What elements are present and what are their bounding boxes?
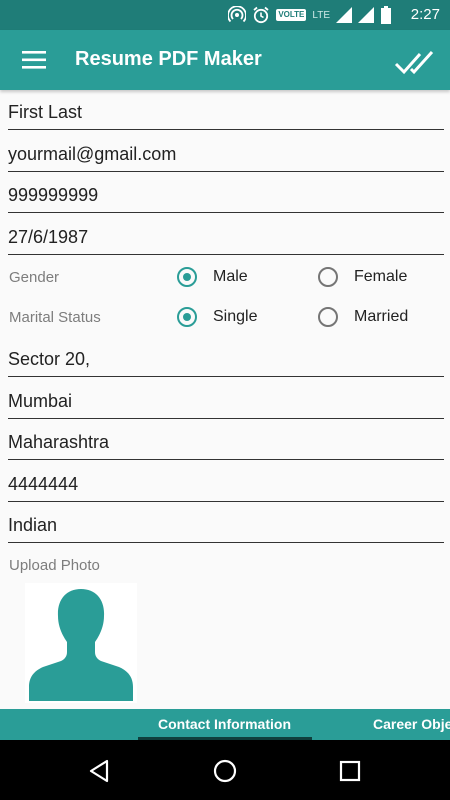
upload-photo-label: Upload Photo	[9, 557, 100, 574]
navigation-bar	[0, 740, 450, 800]
radio-label: Female	[354, 268, 408, 285]
app-bar: Resume PDF Maker	[0, 30, 450, 90]
hotspot-icon	[228, 6, 247, 23]
tab-contact-information[interactable]: Contact Information	[158, 716, 291, 732]
signal-icon	[358, 7, 374, 23]
marital-status-label: Marital Status	[9, 309, 101, 326]
radio-unchecked-icon	[318, 307, 338, 327]
gender-female-radio[interactable]: Female	[318, 267, 407, 287]
radio-checked-icon	[177, 267, 197, 287]
lte-label: LTE	[312, 9, 330, 21]
radio-unchecked-icon	[318, 267, 338, 287]
back-icon[interactable]	[87, 758, 113, 784]
marital-married-radio[interactable]: Married	[318, 307, 408, 327]
battery-icon	[381, 6, 391, 24]
gender-male-radio[interactable]: Male	[177, 267, 248, 287]
state-field[interactable]	[8, 426, 444, 460]
tab-bar: Contact Information Career Obje	[0, 709, 450, 740]
home-icon[interactable]	[212, 758, 238, 784]
status-icons: VOLTE LTE	[228, 5, 392, 25]
nationality-field[interactable]	[8, 509, 444, 543]
person-avatar-icon	[29, 589, 133, 701]
city-field[interactable]	[8, 385, 444, 419]
hamburger-menu-icon[interactable]	[22, 48, 48, 72]
status-bar: VOLTE LTE 2:27	[0, 0, 450, 30]
email-field[interactable]	[8, 138, 444, 172]
volte-icon: VOLTE	[276, 9, 307, 21]
clock: 2:27	[410, 6, 440, 23]
app-title: Resume PDF Maker	[75, 48, 262, 70]
radio-label: Single	[213, 308, 258, 325]
signal-icon	[336, 7, 352, 23]
alarm-icon	[253, 6, 269, 24]
address-field[interactable]	[8, 343, 444, 377]
dob-field[interactable]	[8, 221, 444, 255]
recents-icon[interactable]	[337, 758, 363, 784]
phone-field[interactable]	[8, 179, 444, 213]
pincode-field[interactable]	[8, 468, 444, 502]
gender-label: Gender	[9, 269, 60, 286]
upload-photo-button[interactable]	[25, 583, 137, 703]
radio-checked-icon	[177, 307, 197, 327]
radio-label: Married	[354, 308, 409, 325]
double-check-icon[interactable]	[394, 48, 436, 76]
name-field[interactable]	[8, 96, 444, 130]
tab-career-objective[interactable]: Career Obje	[373, 716, 450, 732]
radio-label: Male	[213, 268, 248, 285]
marital-single-radio[interactable]: Single	[177, 307, 257, 327]
